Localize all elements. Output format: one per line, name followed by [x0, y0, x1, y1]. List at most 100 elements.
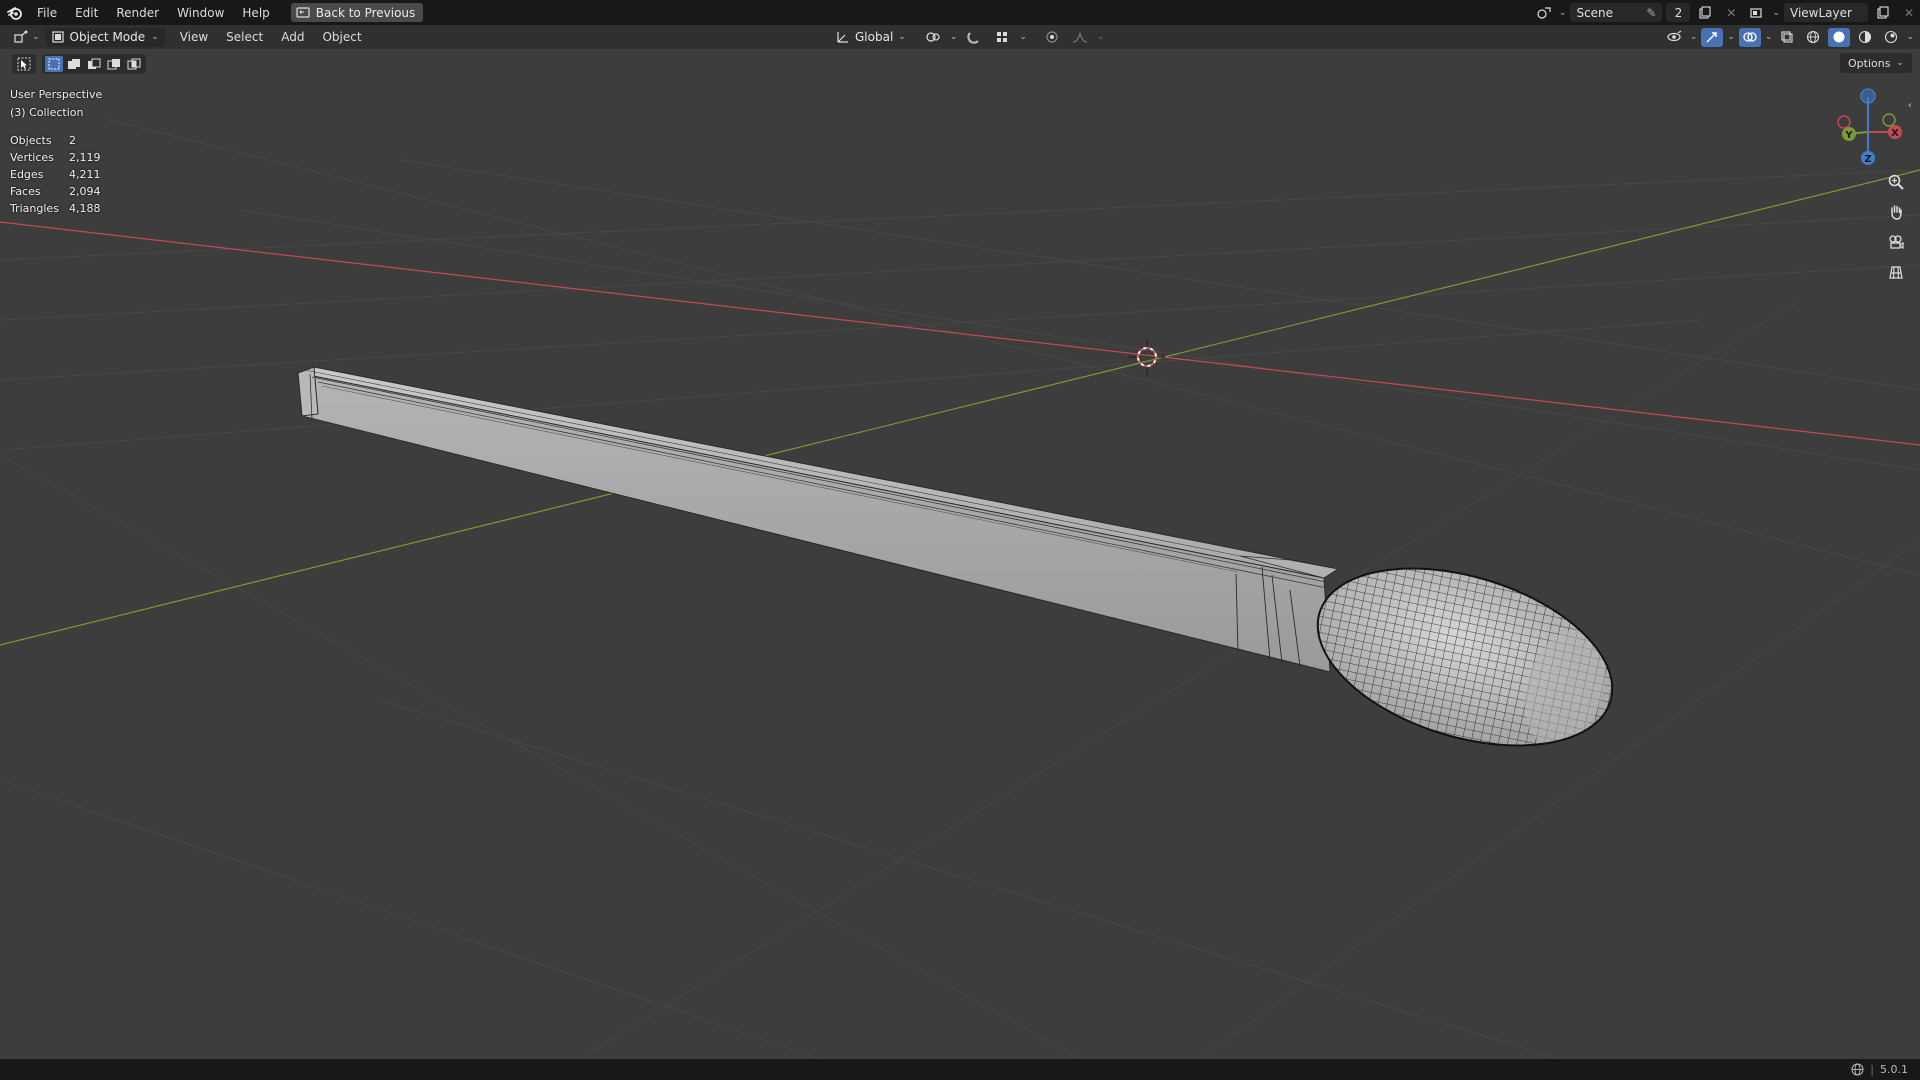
- visibility-selectability-icon[interactable]: [1664, 28, 1686, 47]
- version-info: | 5.0.1: [1851, 1063, 1920, 1076]
- stat-row-objects: Objects 2: [10, 134, 76, 147]
- status-bar: | 5.0.1: [0, 1059, 1920, 1080]
- snap-increment-icon[interactable]: [991, 28, 1013, 47]
- viewlayer-browse-icon[interactable]: [1746, 3, 1768, 22]
- menu-select[interactable]: Select: [217, 30, 272, 44]
- scene-users-count[interactable]: 2: [1666, 3, 1691, 22]
- orientation-icon: [837, 32, 848, 43]
- gizmo-y-label: Y: [1844, 130, 1853, 141]
- new-scene-icon[interactable]: [1694, 3, 1716, 22]
- delete-scene-icon[interactable]: ✕: [1720, 3, 1742, 22]
- viewlayer-browse-chevron-icon[interactable]: ⌄: [1772, 8, 1780, 18]
- xray-toggle-icon[interactable]: [1776, 28, 1798, 47]
- match-stick-mesh[interactable]: [296, 366, 1340, 673]
- options-dropdown[interactable]: Options ⌄: [1840, 53, 1912, 73]
- viewport-header: ⌄ Object Mode ⌄ View Select Add Object G…: [0, 25, 1920, 49]
- gizmo-x-label: X: [1891, 128, 1899, 139]
- new-viewlayer-icon[interactable]: [1872, 3, 1894, 22]
- viewlayer-name: ViewLayer: [1790, 5, 1852, 20]
- scene-name-field[interactable]: Scene ✎: [1570, 3, 1663, 22]
- network-globe-icon: [1851, 1063, 1864, 1076]
- snap-chevron-icon[interactable]: ⌄: [1019, 32, 1027, 42]
- pan-hand-icon[interactable]: [1884, 200, 1908, 224]
- viewport-text-overlay: User Perspective (3) Collection Objects 2…: [10, 86, 102, 217]
- menu-edit[interactable]: Edit: [66, 6, 107, 20]
- x-axis-line: [0, 221, 1920, 446]
- scene-statistics: Objects 2 Vertices 2,119 Edges 4,211 Faces 2…: [10, 132, 102, 217]
- editor-type-icon[interactable]: [10, 28, 32, 47]
- tool-settings-row: [12, 53, 146, 75]
- back-to-previous-label: Back to Previous: [315, 5, 416, 20]
- orthographic-grid-icon[interactable]: [1884, 260, 1908, 284]
- 3d-viewport[interactable]: [0, 0, 1920, 1080]
- camera-view-icon[interactable]: [1884, 230, 1908, 254]
- top-menu-bar: File Edit Render Window Help Back to Pre…: [0, 0, 1920, 25]
- stat-row-triangles: Triangles 4,188: [10, 202, 101, 215]
- options-label: Options: [1848, 56, 1891, 70]
- falloff-chevron-icon[interactable]: ⌄: [1097, 32, 1105, 42]
- menu-view[interactable]: View: [171, 30, 217, 44]
- pivot-point-icon[interactable]: [922, 28, 944, 47]
- object-mode-dropdown[interactable]: Object Mode ⌄: [45, 27, 165, 47]
- menu-render[interactable]: Render: [107, 6, 168, 20]
- blender-logo-icon[interactable]: [2, 0, 28, 25]
- pivot-chevron-icon[interactable]: ⌄: [950, 32, 958, 42]
- menu-help[interactable]: Help: [233, 6, 278, 20]
- sidebar-toggle-chevron-icon[interactable]: ‹: [1908, 100, 1918, 116]
- proportional-editing-icon[interactable]: [1041, 28, 1063, 47]
- wireframe-shading-icon[interactable]: [1802, 28, 1824, 47]
- overlays-toggle-icon[interactable]: [1738, 27, 1761, 47]
- object-mode-icon: [51, 31, 64, 43]
- scene-browse-icon[interactable]: [1533, 3, 1555, 22]
- menu-window[interactable]: Window: [168, 6, 233, 20]
- viewport-display-controls: ⌄ ⌄ ⌄ ⌄: [1664, 25, 1914, 49]
- gizmo-neg-x-icon: [1837, 115, 1851, 129]
- transform-tools: Global ⌄ ⌄ ⌄ ⌄: [836, 25, 1104, 49]
- chevron-down-icon: ⌄: [898, 32, 906, 42]
- scene-name: Scene: [1576, 5, 1614, 20]
- version-label: 5.0.1: [1880, 1063, 1908, 1076]
- set-new-selection-icon[interactable]: [45, 56, 63, 72]
- viewport-navigation-buttons: [1884, 170, 1908, 284]
- material-preview-shading-icon[interactable]: [1854, 28, 1876, 47]
- stat-row-edges: Edges 4,211: [10, 168, 101, 181]
- transform-orientation-dropdown[interactable]: Global ⌄: [836, 30, 906, 44]
- active-tool-box: [12, 54, 36, 74]
- transform-orientation-label: Global: [855, 30, 894, 44]
- invert-selection-icon[interactable]: [105, 56, 123, 72]
- 3d-cursor-icon[interactable]: [1129, 339, 1165, 375]
- match-head-mesh[interactable]: [1290, 536, 1640, 778]
- gizmo-toggle-icon[interactable]: [1701, 27, 1724, 47]
- intersect-selection-icon[interactable]: [125, 56, 143, 72]
- gizmo-chevron-icon[interactable]: ⌄: [1727, 32, 1735, 42]
- select-box-tool-icon[interactable]: [15, 56, 33, 72]
- subtract-selection-icon[interactable]: [85, 56, 103, 72]
- menu-file[interactable]: File: [28, 6, 66, 20]
- scene-browse-chevron-icon[interactable]: ⌄: [1559, 8, 1567, 18]
- menu-add[interactable]: Add: [272, 30, 313, 44]
- navigation-gizmo[interactable]: X Y Z: [1832, 84, 1904, 168]
- pin-icon[interactable]: ✎: [1646, 6, 1656, 20]
- extend-selection-icon[interactable]: [65, 56, 83, 72]
- shading-chevron-icon[interactable]: ⌄: [1906, 32, 1914, 42]
- collection-label: (3) Collection: [10, 106, 84, 119]
- gizmo-neg-y-icon: [1882, 113, 1896, 127]
- rendered-shading-icon[interactable]: [1880, 28, 1902, 47]
- editor-type-chevron-icon[interactable]: ⌄: [32, 32, 40, 42]
- solid-shading-icon[interactable]: [1828, 27, 1851, 47]
- snap-toggle-icon[interactable]: [963, 28, 985, 47]
- view-perspective-label: User Perspective: [10, 88, 103, 101]
- chevron-down-icon: ⌄: [151, 32, 159, 42]
- zoom-icon[interactable]: [1884, 170, 1908, 194]
- overlays-chevron-icon[interactable]: ⌄: [1765, 32, 1773, 42]
- object-mode-label: Object Mode: [69, 30, 146, 44]
- viewlayer-name-field[interactable]: ViewLayer: [1784, 3, 1868, 22]
- stat-row-faces: Faces 2,094: [10, 185, 101, 198]
- delete-viewlayer-icon[interactable]: ✕: [1898, 3, 1920, 22]
- menu-object[interactable]: Object: [313, 30, 370, 44]
- chevron-down-icon: ⌄: [1896, 58, 1904, 68]
- back-to-previous-button[interactable]: Back to Previous: [290, 3, 424, 22]
- visibility-chevron-icon[interactable]: ⌄: [1690, 32, 1698, 42]
- proportional-falloff-icon[interactable]: [1069, 28, 1091, 47]
- back-screen-icon: [296, 6, 310, 18]
